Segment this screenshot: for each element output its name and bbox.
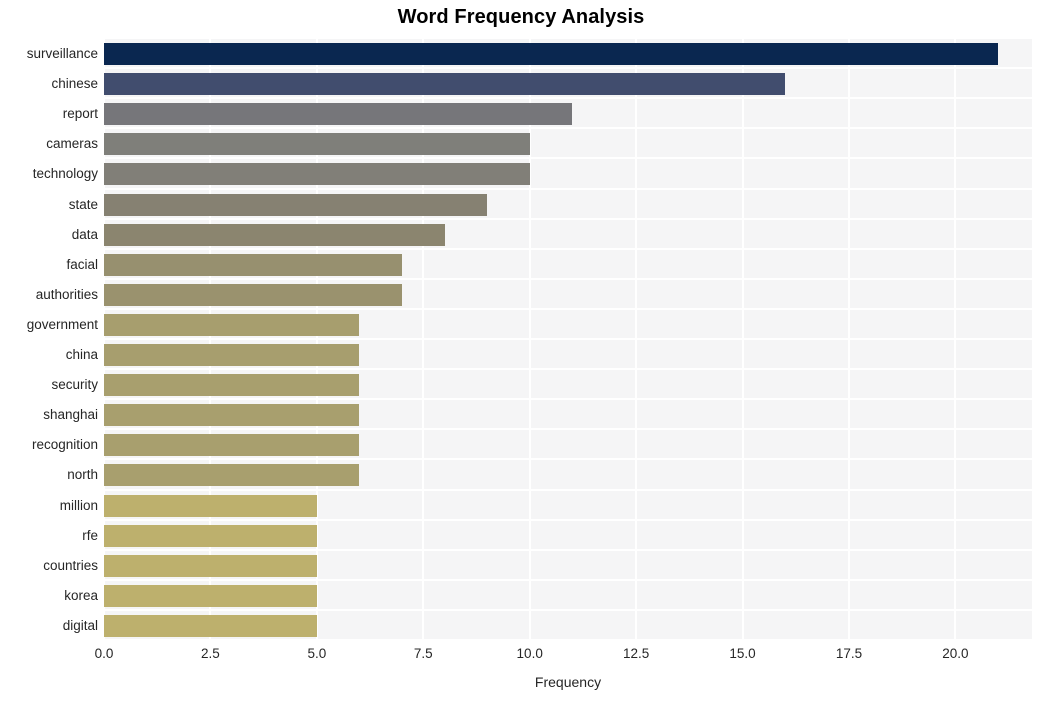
x-axis-tick-label: 7.5 <box>413 646 433 661</box>
bar <box>104 374 360 397</box>
horizontal-gridline <box>104 97 1032 100</box>
x-axis-tick-label: 10.0 <box>516 646 543 661</box>
horizontal-gridline <box>104 247 1032 250</box>
y-axis-tick-label: million <box>59 497 98 513</box>
y-axis-tick-label: recognition <box>31 437 98 453</box>
y-axis-tick-label: facial <box>66 256 98 272</box>
y-axis-tick-label: shanghai <box>43 407 98 423</box>
y-axis-tick-label: chinese <box>51 76 98 92</box>
bar <box>104 584 317 607</box>
horizontal-gridline <box>104 518 1032 521</box>
x-axis-tick-label: 5.0 <box>307 646 327 661</box>
y-axis-tick-label: rfe <box>82 527 98 543</box>
bar <box>104 163 530 186</box>
bar <box>104 524 317 547</box>
x-axis-title: Frequency <box>534 674 602 690</box>
bar <box>104 43 998 66</box>
horizontal-gridline <box>104 428 1032 431</box>
word-frequency-chart-figure: Word Frequency Analysis surveillance chin… <box>0 0 1042 701</box>
x-axis-tick-label: 2.5 <box>201 646 220 661</box>
y-axis-tick-label: countries <box>43 557 98 573</box>
bar <box>104 133 530 156</box>
y-axis-tick-label: data <box>71 226 98 242</box>
horizontal-gridline <box>104 548 1032 551</box>
plot-area <box>104 38 1032 640</box>
horizontal-gridline <box>104 38 1032 39</box>
horizontal-gridline <box>104 639 1032 640</box>
y-axis-tick-label: surveillance <box>26 46 98 62</box>
bar <box>104 223 445 246</box>
y-axis-tick-label: cameras <box>46 136 98 152</box>
bar <box>104 464 360 487</box>
x-axis-tick-label: 15.0 <box>729 646 756 661</box>
x-axis-tick-labels: 0.0 2.5 5.0 7.5 10.0 12.5 15.0 17.5 20.0 <box>0 646 1042 668</box>
bar <box>104 614 317 637</box>
bar <box>104 103 573 126</box>
y-axis-tick-label: korea <box>64 587 98 603</box>
horizontal-gridline <box>104 398 1032 401</box>
horizontal-gridline <box>104 368 1032 371</box>
bar <box>104 404 360 427</box>
y-axis-tick-label: report <box>62 106 98 122</box>
horizontal-gridline <box>104 338 1032 340</box>
horizontal-gridline <box>104 488 1032 491</box>
horizontal-gridline <box>104 277 1032 280</box>
bar <box>104 253 402 276</box>
bar <box>104 193 488 216</box>
horizontal-gridline <box>104 608 1032 611</box>
y-axis-tick-label: digital <box>62 617 98 633</box>
horizontal-gridline <box>104 127 1032 130</box>
horizontal-gridline <box>104 307 1032 310</box>
y-axis-tick-label: authorities <box>35 286 98 302</box>
y-axis-tick-label: north <box>67 467 98 483</box>
bar <box>104 344 360 367</box>
x-axis-tick-label: 0.0 <box>94 646 114 661</box>
horizontal-gridline <box>104 217 1032 220</box>
horizontal-gridline <box>104 187 1032 190</box>
horizontal-gridline <box>104 458 1032 461</box>
horizontal-gridline <box>104 157 1032 160</box>
x-axis-tick-label: 20.0 <box>942 646 969 661</box>
bar <box>104 554 317 577</box>
x-axis-tick-label: 17.5 <box>835 646 863 661</box>
y-axis-tick-label: china <box>65 347 98 363</box>
bar <box>104 434 360 457</box>
y-axis-tick-label: technology <box>32 166 98 182</box>
horizontal-gridline <box>104 578 1032 581</box>
horizontal-gridline <box>104 67 1032 70</box>
y-axis-tick-label: state <box>68 196 98 212</box>
chart-title: Word Frequency Analysis <box>397 6 645 28</box>
bar <box>104 283 402 306</box>
bar <box>104 494 317 517</box>
y-axis-tick-label: security <box>51 377 98 393</box>
x-axis-tick-label: 12.5 <box>622 646 650 661</box>
y-axis-tick-labels: surveillance chinese report cameras technolo… <box>0 38 98 640</box>
bar <box>104 73 786 96</box>
bar <box>104 313 360 336</box>
y-axis-tick-label: government <box>26 316 98 332</box>
